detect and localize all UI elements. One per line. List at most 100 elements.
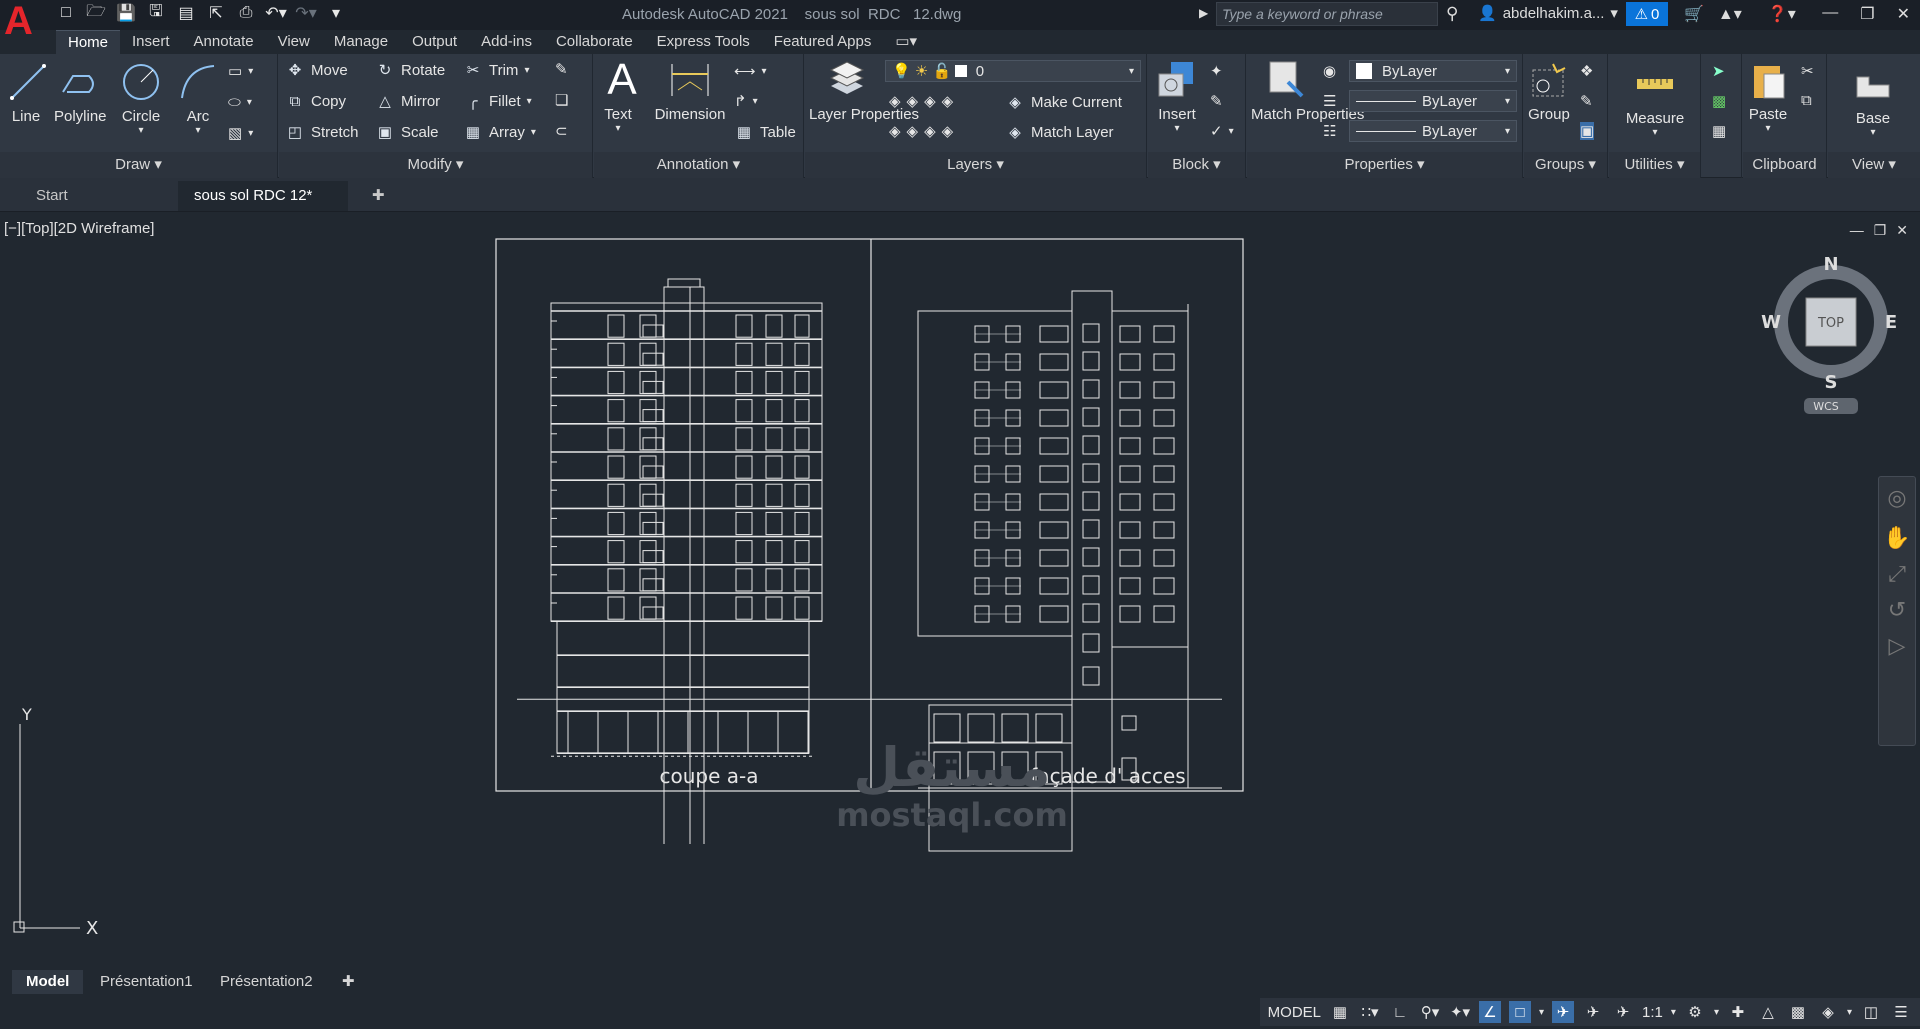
arc-button[interactable]: Arc ▾ [176,60,220,136]
search-input[interactable]: Type a keyword or phrase [1216,2,1438,26]
explode-icon[interactable]: ❏ [555,91,568,109]
linear-dim-icon[interactable]: ⟷ ▾ [734,62,767,80]
ortho-icon[interactable]: ∟ [1389,1001,1411,1023]
panel-groups-title[interactable]: Groups ▾ [1524,152,1607,178]
ellipse-icon[interactable]: ⬭ ▾ [228,94,252,111]
chevron-down-icon[interactable]: ▾ [1847,1007,1852,1018]
polyline-button[interactable]: Polyline [54,60,107,125]
rotate-button[interactable]: ↻ Rotate [375,60,446,80]
match-layer-button[interactable]: ◈ Match Layer [1005,122,1113,142]
tab-presentation1[interactable]: Présentation1 [86,970,207,994]
linetype-dropdown[interactable]: ByLayer ▾ [1349,120,1517,142]
showmotion-icon[interactable]: ▷ [1879,633,1915,659]
group-select-icon[interactable]: ▣ [1580,122,1595,140]
ribbon-minimize-button[interactable]: ▭▾ [883,30,929,54]
group-button[interactable]: Group [1526,58,1572,123]
compass-s[interactable]: S [1825,372,1838,393]
table-button[interactable]: ▦ Table [734,122,796,142]
notifications-button[interactable]: ⚠ 0 [1626,2,1668,26]
panel-utilities-title[interactable]: Utilities ▾ [1609,152,1700,178]
line-button[interactable]: Line [6,60,46,125]
lineweight-icon[interactable]: ☰ [1323,92,1336,110]
tab-model[interactable]: Model [12,970,84,994]
object-snap-tracking-icon[interactable]: ∠ [1479,1001,1502,1023]
user-menu[interactable]: 👤 abdelhakim.a... ▾ [1478,4,1618,23]
tab-express-tools[interactable]: Express Tools [645,30,762,54]
edit-block-icon[interactable]: ✎ [1210,92,1223,110]
customize-qat-icon[interactable]: ▾ [326,3,346,23]
autodesk-app-icon[interactable]: ▲▾ [1718,4,1742,24]
color-dropdown[interactable]: ByLayer ▾ [1349,60,1517,82]
new-tab-button[interactable]: ✚ [356,181,396,211]
chevron-right-icon[interactable]: ▶ [1199,6,1208,20]
model-space-canvas[interactable]: [−][Top][2D Wireframe] — ❐ ✕ coupe a-a f… [0,212,1920,970]
move-button[interactable]: ✥ Move [285,60,348,80]
array-button[interactable]: ▦ Array ▾ [463,122,536,142]
save-icon[interactable]: 💾 [116,3,136,23]
compass-w[interactable]: W [1761,312,1781,333]
polar-icon[interactable]: ⚲▾ [1419,1001,1441,1023]
ungroup-icon[interactable]: ❖ [1580,62,1593,80]
restore-icon[interactable]: ❐ [1860,4,1874,24]
zoom-extents-icon[interactable]: ⤢ [1879,561,1915,587]
pan-icon[interactable]: ✋ [1879,525,1915,551]
paste-button[interactable]: Paste ▾ [1743,58,1793,134]
viewcube[interactable]: TOP N S E W WCS [1758,256,1908,416]
grid-icon[interactable]: ▦ [1329,1001,1351,1023]
add-layout-button[interactable]: ✚ [328,970,369,994]
snap-icon[interactable]: ∷▾ [1359,1001,1381,1023]
open-from-web-icon[interactable]: ▤ [176,3,196,23]
isolate-objects-icon[interactable]: ◈ [1817,1001,1839,1023]
compass-e[interactable]: E [1885,312,1897,333]
tab-home[interactable]: Home [56,30,121,54]
base-button[interactable]: Base ▾ [1848,62,1898,138]
linetype-icon[interactable]: ☷ [1323,122,1336,140]
model-space-toggle[interactable]: MODEL [1268,1004,1321,1021]
cut-icon[interactable]: ✂ [1801,62,1814,80]
tab-presentation2[interactable]: Présentation2 [206,970,327,994]
auto-scale-icon[interactable]: ✈ [1582,1001,1604,1023]
layer-dropdown[interactable]: 💡 ☀ 🔓 0 ▾ [885,60,1141,82]
panel-layers-title[interactable]: Layers ▾ [805,152,1146,178]
autocad-logo-icon[interactable]: A [4,1,44,41]
annotation-visibility-icon[interactable]: ✈ [1552,1001,1575,1023]
panel-block-title[interactable]: Block ▾ [1148,152,1245,178]
tab-insert[interactable]: Insert [120,30,182,54]
tab-featured-apps[interactable]: Featured Apps [762,30,884,54]
rectangle-icon[interactable]: ▭ ▾ [228,62,253,80]
dimension-button[interactable]: Dimension [652,58,728,123]
units-icon[interactable]: △ [1757,1001,1779,1023]
stretch-button[interactable]: ◰ Stretch [285,122,359,142]
compass-n[interactable]: N [1823,256,1838,275]
redo-icon[interactable]: ↷▾ [295,3,316,23]
text-button[interactable]: A Text ▾ [600,55,636,134]
leader-icon[interactable]: ↱ ▾ [734,92,758,110]
tab-start[interactable]: Start [20,181,176,211]
fillet-button[interactable]: ╭ Fillet ▾ [463,91,531,111]
hatch-icon[interactable]: ▧ ▾ [228,124,253,142]
lineweight-dropdown[interactable]: ByLayer ▾ [1349,90,1517,112]
copy-button[interactable]: ⧉ Copy [285,91,346,111]
annotation-scale-icon[interactable]: ✈ [1612,1001,1634,1023]
clean-screen-icon[interactable]: ◫ [1860,1001,1882,1023]
layer-tools-row1[interactable]: ◈◈◈◈ [889,92,959,110]
annotation-monitor-icon[interactable]: ✚ [1727,1001,1749,1023]
tab-view[interactable]: View [266,30,322,54]
customization-icon[interactable]: ☰ [1890,1001,1912,1023]
circle-button[interactable]: Circle ▾ [118,60,164,136]
quick-properties-icon[interactable]: ▩ [1787,1001,1809,1023]
offset-icon[interactable]: ⊂ [555,122,568,140]
annotation-scale-value[interactable]: 1:1 [1642,1004,1663,1021]
chevron-down-icon[interactable]: ▾ [1539,1007,1544,1018]
cart-icon[interactable]: 🛒 [1684,4,1704,24]
scale-button[interactable]: ▣ Scale [375,122,439,142]
tab-output[interactable]: Output [400,30,469,54]
chevron-down-icon[interactable]: ▾ [1714,1007,1719,1018]
layer-properties-button[interactable]: Layer Properties [809,58,919,124]
panel-draw-title[interactable]: Draw ▾ [0,152,277,178]
edit-attributes-icon[interactable]: ✓ ▾ [1210,122,1234,140]
measure-button[interactable]: Measure ▾ [1623,62,1687,138]
save-as-icon[interactable]: 🖫 [146,3,166,23]
undo-icon[interactable]: ↶▾ [265,3,286,23]
tab-active-drawing[interactable]: sous sol RDC 12* ✕ [178,181,348,234]
